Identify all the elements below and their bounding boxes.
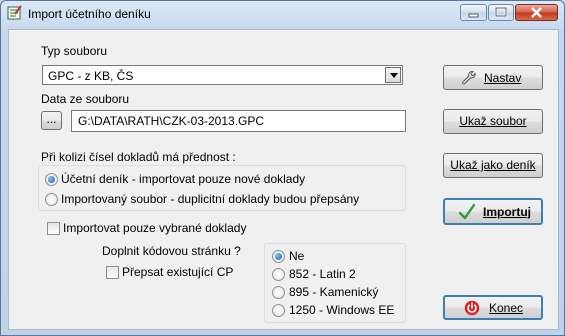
file-data-label: Data ze souboru: [41, 92, 130, 106]
power-icon: [464, 300, 480, 316]
close-button[interactable]: [515, 4, 558, 21]
browse-button[interactable]: ...: [41, 111, 62, 130]
title-bar[interactable]: Import účetního deníku: [1, 1, 564, 27]
close-icon: [531, 7, 542, 18]
codepage-895-label[interactable]: 895 - Kamenický: [289, 285, 378, 299]
import-dialog-window: Import účetního deníku Typ souboru GPC -…: [0, 0, 565, 336]
minimize-icon: [468, 13, 479, 18]
codepage-852-label[interactable]: 852 - Latin 2: [289, 267, 356, 281]
minimize-button[interactable]: [460, 4, 487, 21]
import-selected-only-label[interactable]: Importovat pouze vybrané doklady: [63, 221, 246, 235]
settings-button-label: Nastav: [484, 71, 522, 85]
ledger-app-icon: [7, 5, 22, 20]
window-title: Import účetního deníku: [28, 7, 151, 21]
overwrite-cp-label[interactable]: Přepsat existující CP: [122, 265, 233, 279]
file-type-label: Typ souboru: [41, 44, 108, 58]
file-type-selected: GPC - z KB, ČS: [48, 69, 134, 83]
import-button[interactable]: Importuj: [443, 198, 543, 225]
chevron-down-icon[interactable]: [385, 67, 401, 83]
checkmark-icon: [458, 203, 476, 220]
import-button-label: Importuj: [483, 205, 531, 219]
end-button[interactable]: Konec: [443, 295, 543, 320]
show-file-button[interactable]: Ukaž soubor: [443, 109, 543, 134]
file-type-select[interactable]: GPC - z KB, ČS: [42, 65, 403, 85]
file-path-value: G:\DATA\RATH\CZK-03-2013.GPC: [78, 114, 265, 128]
codepage-ne-label[interactable]: Ne: [289, 249, 304, 263]
browse-button-label: ...: [46, 112, 57, 126]
wrench-icon: [462, 71, 476, 85]
codepage-852-radio[interactable]: [272, 268, 285, 281]
file-path-field[interactable]: G:\DATA\RATH\CZK-03-2013.GPC: [71, 110, 406, 132]
codepage-label: Doplnit kódovou stránku ?: [102, 244, 241, 258]
import-selected-only-checkbox[interactable]: [47, 222, 60, 235]
codepage-895-radio[interactable]: [272, 286, 285, 299]
dialog-client-area: Typ souboru GPC - z KB, ČS Data ze soubo…: [8, 29, 559, 330]
conflict-option-journal-radio[interactable]: [45, 173, 58, 186]
show-as-journal-button[interactable]: Ukaž jako deník: [443, 153, 543, 178]
settings-button[interactable]: Nastav: [443, 65, 543, 90]
show-file-button-label: Ukaž soubor: [459, 114, 527, 128]
show-as-journal-button-label: Ukaž jako deník: [450, 158, 536, 172]
conflict-option-journal-label[interactable]: Účetní deník - importovat pouze nové dok…: [61, 172, 305, 186]
codepage-1250-radio[interactable]: [272, 304, 285, 317]
end-button-label: Konec: [489, 301, 524, 315]
conflict-label: Při kolizi čísel dokladů má přednost :: [41, 150, 236, 164]
codepage-1250-label[interactable]: 1250 - Windows EE: [289, 303, 394, 317]
maximize-icon: [494, 6, 508, 18]
conflict-option-file-radio[interactable]: [45, 193, 58, 206]
conflict-option-file-label[interactable]: Importovaný soubor - duplicitní doklady …: [61, 192, 359, 206]
maximize-button[interactable]: [488, 4, 514, 21]
overwrite-cp-checkbox[interactable]: [106, 266, 119, 279]
codepage-ne-radio[interactable]: [272, 250, 285, 263]
